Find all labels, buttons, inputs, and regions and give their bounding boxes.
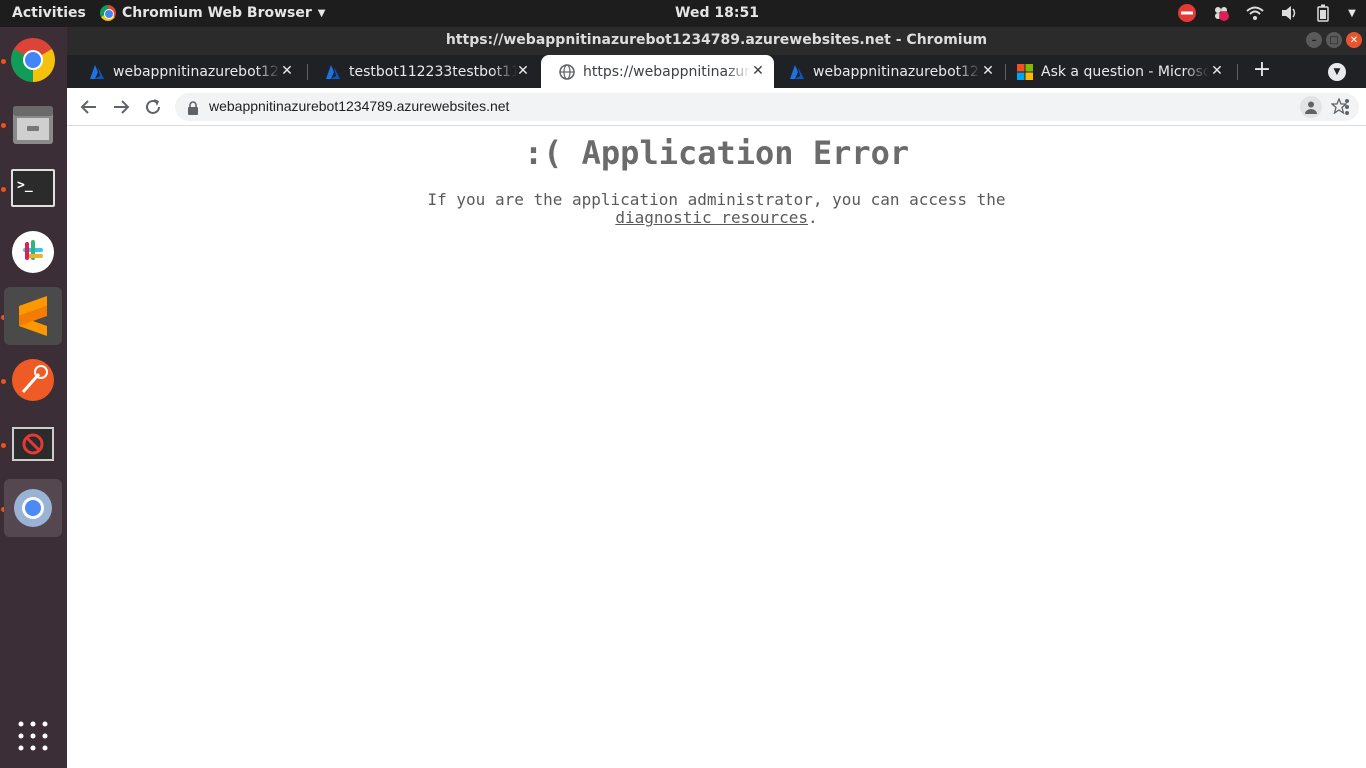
volume-icon[interactable] <box>1278 3 1300 23</box>
dock-screen-app[interactable] <box>4 415 62 473</box>
profile-button[interactable] <box>1300 96 1322 118</box>
browser-window: https://webappnitinazurebot1234789.azure… <box>67 27 1366 768</box>
top-bar: Activities Chromium Web Browser ▼ Wed 18… <box>0 0 1366 27</box>
forward-arrow-icon <box>114 100 130 114</box>
blocked-screen-icon <box>12 427 54 461</box>
browser-toolbar: webappnitinazurebot1234789.azurewebsites… <box>67 88 1366 126</box>
azure-icon <box>325 64 341 80</box>
microsoft-icon <box>1017 63 1033 80</box>
close-tab-button[interactable]: ✕ <box>750 63 766 79</box>
chromium-icon <box>14 489 52 527</box>
forward-button[interactable] <box>109 95 133 119</box>
tab-separator <box>1237 64 1238 80</box>
chrome-icon <box>11 38 55 82</box>
title-bar[interactable]: https://webappnitinazurebot1234789.azure… <box>67 27 1366 55</box>
dock-postman[interactable] <box>4 351 62 409</box>
wifi-icon[interactable] <box>1244 3 1266 23</box>
tab-2[interactable]: testbot112233testbot112233 ✕ <box>307 55 539 88</box>
close-tab-button[interactable]: ✕ <box>515 63 531 79</box>
minimize-button[interactable]: – <box>1306 32 1322 48</box>
maximize-button[interactable]: □ <box>1326 32 1342 48</box>
dock: >_ <box>0 27 67 768</box>
diagnostic-resources-link[interactable]: diagnostic resources <box>615 208 808 227</box>
globe-icon <box>559 63 575 80</box>
dock-chrome[interactable] <box>4 31 62 89</box>
page-content: :( Application Error If you are the appl… <box>67 126 1366 767</box>
url-text[interactable]: webappnitinazurebot1234789.azurewebsites… <box>209 98 509 114</box>
avatar-icon <box>1305 101 1317 114</box>
app-grid-icon <box>18 721 48 751</box>
back-arrow-icon <box>80 100 96 114</box>
tab-1[interactable]: webappnitinazurebot1234789 ✕ <box>71 55 303 88</box>
close-tab-button[interactable]: ✕ <box>1209 63 1225 79</box>
dock-sublime-text[interactable] <box>4 287 62 345</box>
message-text: If you are the application administrator… <box>427 190 1006 209</box>
error-message: If you are the application administrator… <box>67 191 1366 227</box>
dock-terminal[interactable]: >_ <box>4 159 62 217</box>
tab-4[interactable]: webappnitinazurebot1234789 ✕ <box>771 55 1004 88</box>
dock-chromium[interactable] <box>4 479 62 537</box>
close-window-button[interactable]: ✕ <box>1346 32 1362 48</box>
menu-button[interactable] <box>1342 96 1352 118</box>
postman-icon <box>12 359 54 401</box>
tab-search-button[interactable]: ▼ <box>1328 63 1346 81</box>
error-heading: :( Application Error <box>523 134 910 172</box>
tab-title: Ask a question - Microsoft Q&A <box>1041 63 1209 80</box>
system-menu-arrow-icon[interactable]: ▼ <box>1346 3 1358 23</box>
message-period: . <box>808 208 818 227</box>
files-icon <box>13 106 53 144</box>
address-bar[interactable]: webappnitinazurebot1234789.azurewebsites… <box>175 93 1359 121</box>
dock-slack[interactable] <box>4 223 62 281</box>
show-applications-button[interactable] <box>4 707 62 765</box>
tab-title: webappnitinazurebot1234789 <box>113 63 281 80</box>
new-tab-button[interactable]: + <box>1250 59 1274 83</box>
clock[interactable]: Wed 18:51 <box>0 5 1366 21</box>
tab-3-active[interactable]: https://webappnitinazurebot ✕ <box>541 55 774 88</box>
azure-icon <box>89 64 105 80</box>
lock-icon[interactable] <box>187 100 199 119</box>
tab-title: testbot112233testbot112233 <box>349 63 517 80</box>
kebab-menu-icon <box>1345 99 1349 115</box>
slack-icon <box>12 231 54 273</box>
close-tab-button[interactable]: ✕ <box>279 63 295 79</box>
tab-title: https://webappnitinazurebot <box>583 63 751 80</box>
close-tab-button[interactable]: ✕ <box>980 63 996 79</box>
terminal-icon: >_ <box>11 169 55 207</box>
sublime-text-icon <box>19 296 47 336</box>
window-controls: – □ ✕ <box>1306 32 1362 48</box>
back-button[interactable] <box>77 95 101 119</box>
do-not-disturb-icon[interactable] <box>1176 3 1198 23</box>
tab-title: webappnitinazurebot1234789 <box>813 63 981 80</box>
battery-icon[interactable] <box>1312 3 1334 23</box>
reload-icon <box>146 99 160 114</box>
azure-icon <box>789 64 805 80</box>
slack-tray-icon[interactable] <box>1210 3 1232 23</box>
reload-button[interactable] <box>141 95 165 119</box>
tab-5[interactable]: Ask a question - Microsoft Q&A ✕ <box>999 55 1233 88</box>
svg-text:>_: >_ <box>17 178 33 193</box>
tab-strip: webappnitinazurebot1234789 ✕ testbot1122… <box>67 55 1366 88</box>
window-title: https://webappnitinazurebot1234789.azure… <box>445 32 988 48</box>
system-tray: ▼ <box>1176 3 1358 23</box>
dock-files[interactable] <box>4 95 62 153</box>
